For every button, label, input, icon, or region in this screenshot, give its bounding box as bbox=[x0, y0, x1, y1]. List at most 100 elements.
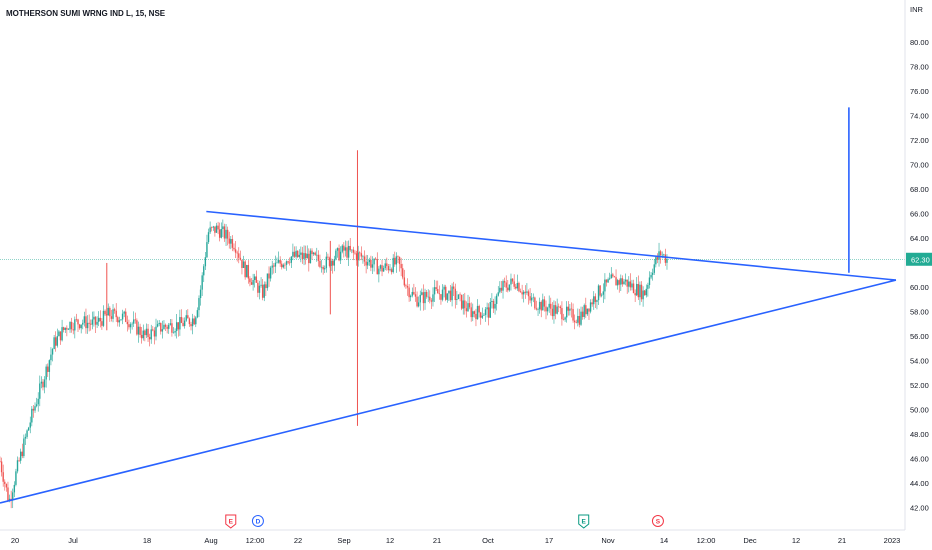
candle-body bbox=[387, 266, 390, 271]
candle-body bbox=[648, 277, 651, 285]
candle-body bbox=[376, 259, 378, 275]
candle-body bbox=[425, 291, 428, 297]
candle-body bbox=[537, 309, 539, 310]
candle-body bbox=[211, 227, 213, 229]
candle-body bbox=[651, 272, 654, 275]
candle-body bbox=[494, 303, 496, 309]
candle-body bbox=[636, 283, 638, 296]
candle-body bbox=[389, 269, 391, 271]
candle-body bbox=[306, 253, 308, 259]
candle-body bbox=[411, 291, 413, 296]
candle-body bbox=[650, 274, 652, 278]
x-tick-label: 21 bbox=[433, 536, 441, 545]
candle-body bbox=[333, 259, 335, 266]
candle-body bbox=[117, 317, 119, 323]
candle-body bbox=[546, 307, 549, 312]
candle-body bbox=[7, 487, 9, 501]
candle-body bbox=[416, 296, 418, 307]
candle-body bbox=[604, 279, 606, 292]
candle-body bbox=[624, 279, 627, 282]
candle-body bbox=[456, 299, 458, 301]
candle-body bbox=[53, 337, 55, 349]
candle-body bbox=[419, 294, 421, 303]
y-tick-label: 50.00 bbox=[910, 405, 929, 414]
candle-body bbox=[115, 310, 117, 318]
candle-body bbox=[542, 299, 544, 311]
candle-body bbox=[77, 319, 79, 325]
candle-body bbox=[409, 295, 412, 298]
candle-body bbox=[72, 329, 74, 331]
candle-body bbox=[191, 318, 194, 327]
candle-body bbox=[593, 296, 595, 305]
candle-body bbox=[18, 460, 20, 461]
candle-body bbox=[631, 283, 633, 288]
candle-body bbox=[152, 329, 154, 331]
candle-body bbox=[583, 305, 585, 317]
candle-body bbox=[529, 296, 531, 301]
candle-body bbox=[0, 461, 1, 462]
candle-body bbox=[80, 324, 82, 329]
candle-body bbox=[160, 322, 162, 332]
candle-body bbox=[109, 307, 111, 317]
candle-body bbox=[190, 324, 192, 327]
candle-body bbox=[55, 337, 57, 346]
candle-body bbox=[519, 291, 522, 293]
candle-body bbox=[362, 256, 364, 258]
candle-body bbox=[586, 308, 589, 315]
candle-body bbox=[131, 323, 133, 325]
candle-body bbox=[395, 256, 398, 265]
candle-body bbox=[565, 306, 568, 318]
candle-body bbox=[578, 315, 581, 325]
candle-body bbox=[47, 366, 49, 372]
candle-body bbox=[314, 252, 316, 255]
candle-body bbox=[196, 310, 199, 318]
candle-body bbox=[62, 327, 65, 330]
candle-body bbox=[222, 226, 224, 229]
candle-body bbox=[445, 286, 447, 300]
candle-body bbox=[491, 300, 493, 302]
candle-body bbox=[465, 308, 468, 312]
y-tick-label: 44.00 bbox=[910, 479, 929, 488]
candle-body bbox=[585, 305, 587, 315]
candle-body bbox=[427, 296, 429, 298]
candle-body bbox=[400, 264, 402, 269]
candle-body bbox=[621, 278, 624, 285]
candle-body bbox=[59, 331, 62, 341]
candle-body bbox=[548, 303, 550, 308]
candle-body bbox=[51, 348, 54, 355]
candle-body bbox=[166, 326, 168, 329]
x-tick-label: 12 bbox=[792, 536, 800, 545]
candle-body bbox=[271, 265, 273, 268]
candle-body bbox=[524, 291, 527, 293]
candle-body bbox=[246, 264, 248, 278]
candle-body bbox=[381, 265, 383, 272]
candle-body bbox=[45, 366, 47, 380]
candle-body bbox=[567, 306, 569, 311]
candle-body bbox=[239, 257, 242, 260]
candle-body bbox=[349, 245, 351, 251]
candle-body bbox=[26, 430, 28, 437]
candle-body bbox=[443, 286, 445, 290]
candle-body bbox=[90, 323, 92, 325]
candle-body bbox=[304, 253, 307, 259]
candle-body bbox=[495, 295, 498, 304]
candle-body bbox=[183, 320, 186, 327]
candle-body bbox=[513, 281, 515, 287]
candle-body bbox=[324, 268, 326, 270]
candle-body bbox=[156, 324, 159, 327]
candle-body bbox=[637, 283, 640, 298]
candle-body bbox=[664, 254, 667, 263]
candle-body bbox=[203, 266, 205, 276]
candle-body bbox=[575, 322, 577, 323]
candle-body bbox=[527, 291, 530, 297]
candle-body bbox=[223, 226, 226, 239]
candle-body bbox=[268, 273, 270, 279]
candle-body bbox=[250, 282, 253, 285]
candle-body bbox=[370, 259, 372, 268]
candle-body bbox=[277, 260, 280, 263]
candle-body bbox=[363, 256, 366, 262]
candle-body bbox=[31, 408, 33, 423]
candle-body bbox=[19, 451, 22, 461]
candle-body bbox=[339, 251, 342, 261]
candle-body bbox=[553, 305, 555, 317]
